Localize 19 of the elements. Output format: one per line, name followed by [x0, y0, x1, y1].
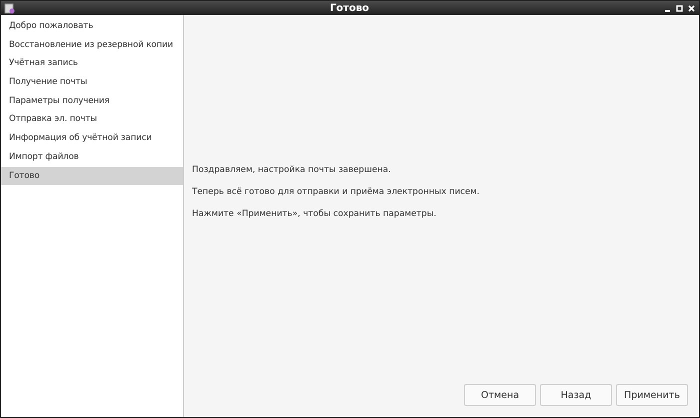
dialog-button[interactable]: Назад: [540, 384, 612, 406]
sidebar-item[interactable]: Импорт файлов: [1, 148, 183, 166]
sidebar-item[interactable]: Готово: [1, 166, 183, 186]
sidebar-item[interactable]: Добро пожаловать: [1, 17, 183, 36]
sidebar-item[interactable]: Параметры получения: [1, 92, 183, 110]
sidebar-item[interactable]: Восстановление из резервной копии: [1, 36, 183, 54]
close-icon[interactable]: [688, 4, 695, 12]
sidebar-item[interactable]: Информация об учётной записи: [1, 129, 183, 148]
window-title: Готово: [328, 2, 370, 14]
sidebar-item[interactable]: Отправка эл. почты: [1, 110, 183, 130]
message-text: Теперь всё готово для отправки и приёма электронных писем.: [192, 187, 481, 197]
dialog-button[interactable]: Отмена: [464, 384, 536, 406]
sidebar-item[interactable]: Учётная запись: [1, 54, 183, 74]
dialog-button[interactable]: Применить: [616, 384, 688, 406]
maximize-icon[interactable]: [676, 4, 683, 12]
message-text: Нажмите «Применить», чтобы сохранить параметры.: [192, 209, 438, 219]
sidebar-item[interactable]: Получение почты: [1, 73, 183, 92]
app-icon: [4, 2, 15, 14]
message-text: Поздравляем, настройка почты завершена.: [192, 165, 392, 175]
